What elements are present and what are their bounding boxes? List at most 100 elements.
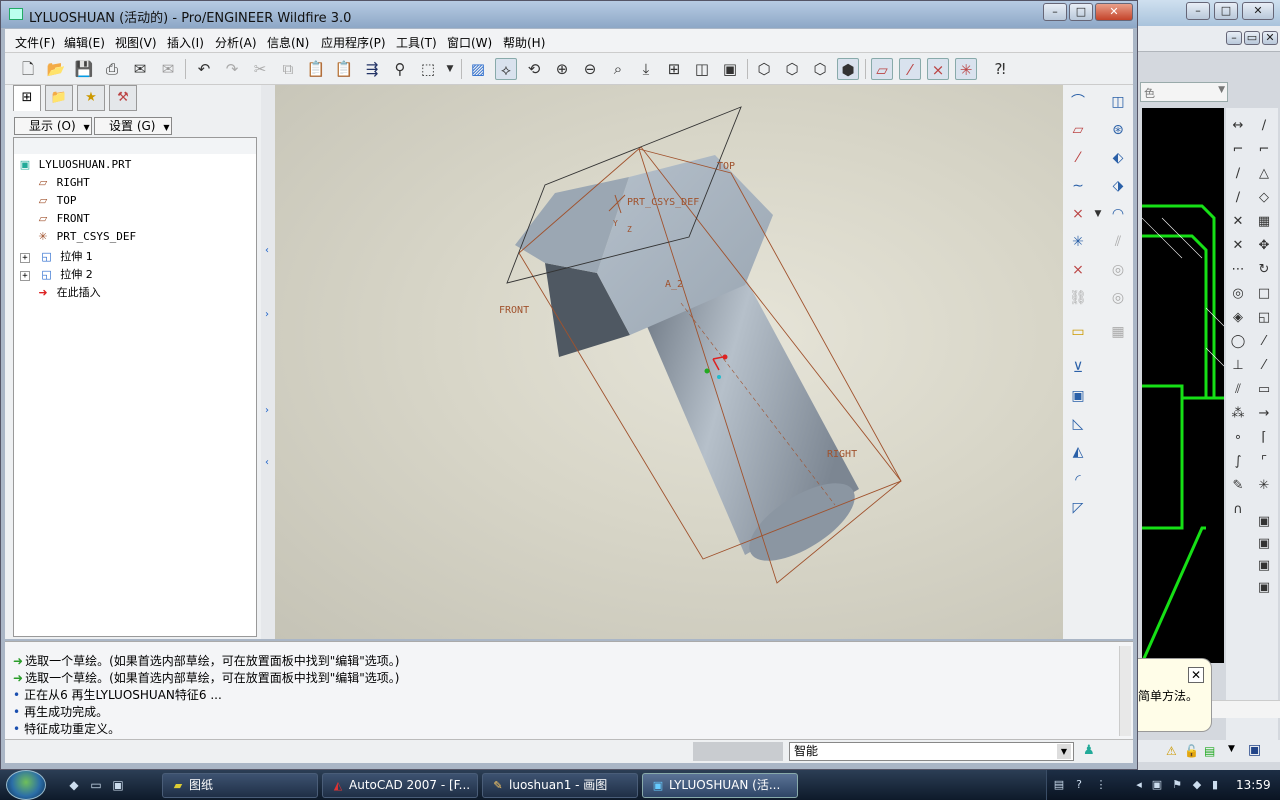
cad-pen-icon[interactable]: ✎ [1230, 478, 1246, 494]
tree-node-csys[interactable]: ✳ PRT_CSYS_DEF [36, 230, 136, 248]
chamfer-tool-icon[interactable]: ⌈ [1256, 430, 1272, 446]
cad-arc-icon[interactable]: ∕ [1230, 190, 1246, 206]
view-manager-icon[interactable]: ▣ [719, 58, 741, 80]
menu-view[interactable]: 视图(V) [115, 34, 157, 51]
cad-xline-icon[interactable]: ✕ [1230, 214, 1246, 230]
menu-file[interactable]: 文件(F) [15, 34, 55, 51]
spin-center-icon[interactable]: ⟡ [495, 58, 517, 80]
cad-drawing-canvas[interactable] [1142, 108, 1224, 663]
close-button[interactable]: ✕ [1095, 3, 1133, 21]
tree-node-extrude-2[interactable]: + ◱ 拉伸 2 [20, 266, 93, 284]
cad-region-icon[interactable]: ⁂ [1230, 406, 1246, 422]
find-icon[interactable]: ⚲ [389, 58, 411, 80]
expand-right-icon[interactable]: › [265, 405, 269, 416]
trim-tool-icon[interactable]: ◎ [1107, 287, 1129, 309]
chevron-down-icon[interactable]: ▼ [1228, 744, 1235, 754]
graphics-viewport[interactable]: TOP FRONT RIGHT PRT_CSYS_DEF A_2 Y Z [275, 85, 1063, 639]
expand-icon[interactable]: + [20, 253, 30, 263]
stretch-tool-icon[interactable]: ◱ [1256, 310, 1272, 326]
paste-special-icon[interactable]: 📋 [333, 58, 355, 80]
menu-analysis[interactable]: 分析(A) [215, 34, 257, 51]
tree-node-part[interactable]: ▣ LYLUOSHUAN.PRT [18, 158, 132, 176]
show-desktop-icon[interactable]: ▭ [88, 777, 104, 793]
help-icon[interactable]: ? [1071, 777, 1087, 793]
expand-right-icon[interactable]: › [265, 309, 269, 320]
menu-tools[interactable]: 工具(T) [396, 34, 437, 51]
move-tool-icon[interactable]: ✥ [1256, 238, 1272, 254]
cad-insert-icon[interactable]: ⊥ [1230, 358, 1246, 374]
shading-icon[interactable]: ⬢ [837, 58, 859, 80]
zoom-in-icon[interactable]: ⊕ [551, 58, 573, 80]
cad-polyline-icon[interactable]: ⌐ [1230, 142, 1246, 158]
taskbar-button-proe[interactable]: ▣ LYLUOSHUAN (活... [642, 773, 798, 798]
navigator-splitter[interactable]: ‹ › › ‹ [261, 85, 275, 639]
start-button[interactable] [6, 770, 46, 800]
print-icon[interactable]: ⎙ [101, 58, 123, 80]
taskbar-button-drawings[interactable]: ▰ 图纸 [162, 773, 318, 798]
menu-window[interactable]: 窗口(W) [447, 34, 492, 51]
model-tree-tab-icon[interactable]: ⊞ [13, 85, 41, 111]
refit-icon[interactable]: ⌕ [607, 58, 629, 80]
cad-circle-icon[interactable]: ◎ [1230, 286, 1246, 302]
model-3d-view[interactable]: TOP FRONT RIGHT PRT_CSYS_DEF A_2 Y Z [275, 85, 1063, 639]
select-box-icon[interactable]: ⬚ [417, 58, 439, 80]
datum-axes-toggle-icon[interactable]: ⁄ [899, 58, 921, 80]
maximize-button[interactable]: □ [1069, 3, 1093, 21]
cad-polygon-icon[interactable]: ◈ [1230, 310, 1246, 326]
trim-tool-icon[interactable]: ⁄ [1256, 334, 1272, 350]
new-file-icon[interactable]: 🗋 [17, 58, 39, 80]
bg-doc-restore-button[interactable]: ▭ [1244, 31, 1260, 45]
no-hidden-icon[interactable]: ⬡ [809, 58, 831, 80]
switch-windows-icon[interactable]: ▣ [110, 777, 126, 793]
favorites-tab-icon[interactable]: ★ [77, 85, 105, 111]
taskbar-button-paint[interactable]: ✎ luoshuan1 - 画图 [482, 773, 638, 798]
redo-icon[interactable]: ↷ [221, 58, 243, 80]
line-tool-icon[interactable]: ∕ [1256, 118, 1272, 134]
annotation-tool-icon[interactable]: ▭ [1067, 321, 1089, 343]
tree-node-right[interactable]: ▱ RIGHT [36, 176, 90, 194]
cad-layer3-icon[interactable]: ▣ [1256, 558, 1272, 574]
minimize-button[interactable]: – [1043, 3, 1067, 21]
datum-axis-tool-icon[interactable]: ⁄ [1067, 147, 1089, 169]
undo-icon[interactable]: ↶ [193, 58, 215, 80]
title-bar[interactable]: LYLUOSHUAN (活动的) - Pro/ENGINEER Wildfire… [1, 1, 1137, 28]
power-icon[interactable]: ▮ [1207, 777, 1223, 793]
bg-doc-close-button[interactable]: ✕ [1262, 31, 1278, 45]
menu-applications[interactable]: 应用程序(P) [321, 34, 386, 51]
round-tool-icon[interactable]: ◜ [1067, 469, 1089, 491]
wireframe-icon[interactable]: ⬡ [753, 58, 775, 80]
rotate-tool-icon[interactable]: ↻ [1256, 262, 1272, 278]
folder-browser-tab-icon[interactable]: 📁 [45, 85, 73, 111]
datum-point-tool-icon[interactable]: ⨯ [1067, 203, 1089, 225]
merge-tool-icon[interactable]: ◎ [1107, 259, 1129, 281]
saved-views-icon[interactable]: ⊞ [663, 58, 685, 80]
traffic-light-icon[interactable]: ♟ [1083, 743, 1095, 758]
regenerate-icon[interactable]: ⇶ [361, 58, 383, 80]
model-tree[interactable]: ▣ LYLUOSHUAN.PRT ▱ RIGHT ▱ TOP ▱ FRONT ✳… [13, 137, 257, 637]
clean-screen-icon[interactable]: ▣ [1248, 742, 1261, 758]
layer-color-combo[interactable]: 色 ▼ [1140, 82, 1228, 102]
hidden-line-icon[interactable]: ⬡ [781, 58, 803, 80]
cad-ellipse-icon[interactable]: ◯ [1230, 334, 1246, 350]
csys-tool-icon[interactable]: ✳ [1067, 231, 1089, 253]
collapse-left-icon[interactable]: ‹ [265, 457, 269, 468]
extend-tool-icon[interactable]: ⁄ [1256, 358, 1272, 374]
security-icon[interactable]: ⚑ [1169, 777, 1185, 793]
ime-options-icon[interactable]: ⋮ [1093, 777, 1109, 793]
fillet-tool-icon[interactable]: ⌜ [1256, 454, 1272, 470]
csys-toggle-icon[interactable]: ✳ [955, 58, 977, 80]
repaint-icon[interactable]: ▨ [467, 58, 489, 80]
boundary-blend-icon[interactable]: ◠ [1107, 203, 1129, 225]
blend-tool-icon[interactable]: ⬗ [1107, 175, 1129, 197]
connections-tab-icon[interactable]: ⚒ [109, 85, 137, 111]
sketch-tool-icon[interactable]: ∼ [1067, 175, 1089, 197]
join-tool-icon[interactable]: → [1256, 406, 1272, 422]
send-link-icon[interactable]: ✉ [157, 58, 179, 80]
cad-spline-icon[interactable]: ∫ [1230, 454, 1246, 470]
close-icon[interactable]: ✕ [1188, 667, 1204, 683]
zoom-out-icon[interactable]: ⊖ [579, 58, 601, 80]
context-help-icon[interactable]: ⁈ [989, 58, 1011, 80]
datum-planes-toggle-icon[interactable]: ▱ [871, 58, 893, 80]
cad-magnet-icon[interactable]: ∩ [1230, 502, 1246, 518]
background-autocad-window[interactable]: – □ ✕ – ▭ ✕ 色 ▼ ∕ ⌐ △ ◇ ▦ ✥ ↻ □ ◱ ⁄ ⁄ ▭ … [1138, 0, 1280, 770]
